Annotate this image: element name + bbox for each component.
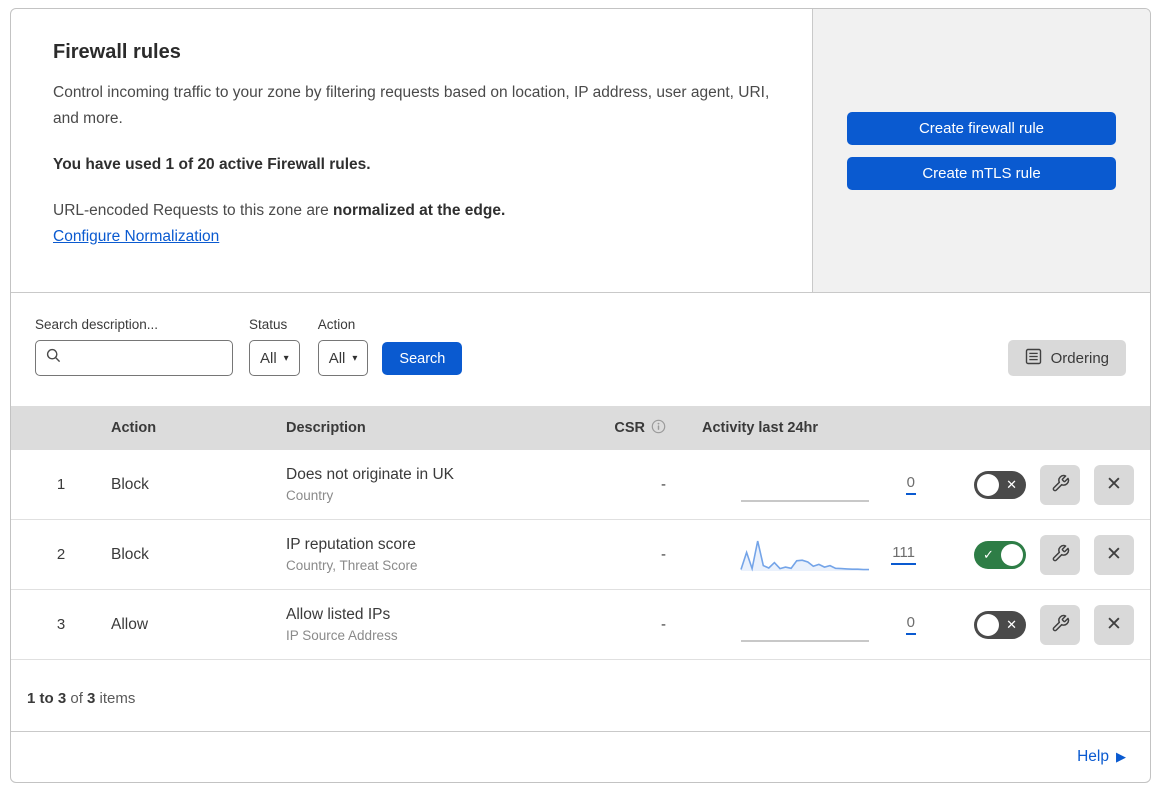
rule-description: Does not originate in UK [286,466,455,483]
action-select[interactable]: All ▾ [317,340,369,376]
check-icon: ✓ [983,547,994,562]
help-bar: Help ▶ [11,732,1150,782]
page-description: Control incoming traffic to your zone by… [53,84,770,128]
rule-controls: ✓ ✕ ✕ [916,464,1150,505]
usage-summary: You have used 1 of 20 active Firewall ru… [53,156,371,174]
arrow-right-icon: ▶ [1116,749,1126,764]
status-filter-group: Status All ▾ [249,317,300,376]
search-input[interactable] [69,350,222,366]
help-link[interactable]: Help ▶ [1077,748,1126,766]
search-label: Search description... [35,317,159,332]
delete-rule-button[interactable]: ✕ [1094,464,1134,505]
column-header-action: Action [111,420,157,436]
rule-csr-value: - [661,616,666,633]
close-icon: ✕ [1106,474,1122,495]
table-row: 3 Allow Allow listed IPs IP Source Addre… [11,590,1150,660]
rule-action: Allow [111,615,149,633]
pagination-summary: 1 to 3 of 3 items [11,660,1150,732]
rule-criteria: Country, Threat Score [286,558,418,573]
activity-count-link[interactable]: 111 [891,544,916,565]
search-input-wrap [35,340,233,376]
rule-enabled-toggle[interactable]: ✓ ✕ [974,540,1026,569]
rule-description: Allow listed IPs [286,606,391,623]
ordering-button[interactable]: Ordering [1007,340,1126,376]
action-filter-group: Action All ▾ [317,317,369,376]
firewall-rules-card: Firewall rules Control incoming traffic … [10,8,1151,783]
rule-controls: ✓ ✕ ✕ [916,534,1150,575]
activity-sparkline [741,639,869,642]
rule-description-cell: Does not originate in UK Country [286,466,596,503]
ordering-button-label: Ordering [1050,349,1109,367]
wrench-icon [1051,544,1070,566]
edit-rule-button[interactable] [1040,534,1080,575]
close-icon: ✕ [1106,544,1122,565]
rule-priority: 2 [56,546,66,563]
delete-rule-button[interactable]: ✕ [1094,534,1134,575]
status-label: Status [249,317,288,332]
toggle-knob [977,473,999,496]
rule-csr-value: - [661,476,666,493]
column-header-activity: Activity last 24hr [702,420,819,436]
rule-action: Block [111,475,149,493]
table-row: 1 Block Does not originate in UK Country… [11,450,1150,520]
search-button[interactable]: Search [382,342,463,375]
ordering-list-icon [1025,348,1042,369]
rule-enabled-toggle[interactable]: ✓ ✕ [974,470,1026,499]
toggle-knob [1001,543,1023,566]
configure-normalization-link[interactable]: Configure Normalization [53,228,219,245]
rule-description-cell: IP reputation score Country, Threat Scor… [286,536,596,573]
rule-csr-value: - [661,546,666,563]
rule-enabled-toggle[interactable]: ✓ ✕ [974,610,1026,639]
activity-sparkline [740,540,869,572]
rule-description-cell: Allow listed IPs IP Source Address [286,606,596,643]
wrench-icon [1051,614,1070,636]
page-title: Firewall rules [53,41,181,63]
table-row: 2 Block IP reputation score Country, Thr… [11,520,1150,590]
edit-rule-button[interactable] [1040,604,1080,645]
cross-icon: ✕ [1006,617,1017,632]
toggle-knob [977,613,999,636]
info-icon[interactable] [651,419,666,438]
rule-criteria: IP Source Address [286,628,398,643]
column-header-description: Description [286,420,366,436]
edit-rule-button[interactable] [1040,464,1080,505]
cross-icon: ✕ [1006,477,1017,492]
rule-activity-cell: 0 [666,607,916,643]
wrench-icon [1051,474,1070,496]
header-actions-panel: Create firewall rule Create mTLS rule [812,9,1150,292]
close-icon: ✕ [1106,614,1122,635]
rule-activity-cell: 0 [666,467,916,503]
activity-sparkline [741,499,869,502]
column-header-csr: CSR [596,419,666,438]
status-selected-value: All [260,349,277,367]
search-field-group: Search description... [35,317,233,376]
rule-criteria: Country [286,488,334,503]
activity-count-link[interactable]: 0 [905,474,916,495]
table-header-row: Action Description CSR Activity last 24h… [11,406,1150,450]
chevron-down-icon: ▾ [352,352,358,364]
rule-activity-cell: 111 [666,537,916,573]
create-mtls-rule-button[interactable]: Create mTLS rule [847,156,1116,190]
header-section: Firewall rules Control incoming traffic … [11,9,1150,293]
delete-rule-button[interactable]: ✕ [1094,604,1134,645]
create-firewall-rule-button[interactable]: Create firewall rule [847,111,1116,145]
chevron-down-icon: ▾ [283,352,289,364]
filters-bar: Search description... Status All ▾ Actio… [11,293,1150,406]
rule-controls: ✓ ✕ ✕ [916,604,1150,645]
rule-description: IP reputation score [286,536,416,553]
action-selected-value: All [328,349,346,367]
normalization-note: URL-encoded Requests to this zone are no… [53,202,506,220]
status-select[interactable]: All ▾ [249,340,300,376]
header-text-panel: Firewall rules Control incoming traffic … [11,9,812,292]
activity-count-link[interactable]: 0 [905,614,916,635]
rule-priority: 1 [56,476,66,493]
search-icon [46,348,61,368]
action-label: Action [317,317,356,332]
rule-priority: 3 [56,616,66,633]
rule-action: Block [111,545,149,563]
